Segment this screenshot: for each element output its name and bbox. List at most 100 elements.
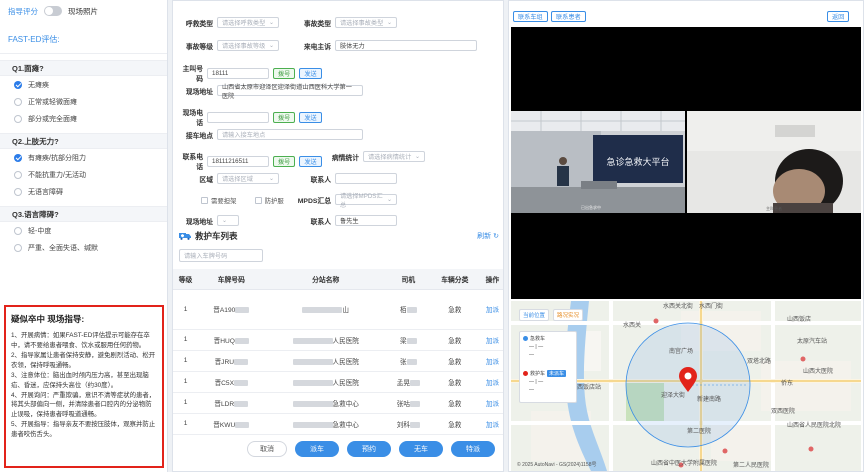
chevron-down-icon: ⌄ — [414, 154, 420, 160]
photo-toggle-label: 现场照片 — [68, 6, 98, 16]
extra-person-input[interactable]: 鲁先生 — [335, 215, 397, 226]
map-place-label: 太原汽车站 — [797, 337, 827, 345]
table-cell: 急救 — [429, 371, 480, 393]
crew-video-tile[interactable]: 急诊急救大平台 已出急求中 — [511, 111, 685, 213]
answer-option[interactable]: 无瘫痪 — [0, 76, 167, 93]
plate-search-input[interactable]: 请输入车牌号码 — [179, 249, 263, 262]
map-place-label: 迎泽大街 — [661, 391, 685, 399]
table-cell: 急救中心 — [264, 392, 387, 414]
table-cell: 晋A190 — [198, 289, 265, 330]
answer-option[interactable]: 轻-中度 — [0, 222, 167, 239]
table-row[interactable]: 1 晋C5X 人民医院 孟晃 急救 加派 — [173, 371, 503, 393]
dispatch-car-button[interactable]: 派车 — [295, 441, 339, 457]
photo-toggle[interactable] — [44, 6, 62, 16]
reserve-button[interactable]: 预约 — [347, 441, 391, 457]
answer-option-label: 部分或完全面瘫 — [28, 115, 77, 123]
contact-send-button[interactable]: 发送 — [299, 155, 322, 167]
radio-icon[interactable] — [14, 187, 22, 196]
table-cell: 人民医院 — [264, 350, 387, 372]
refresh-button[interactable]: 刷新 ↻ — [477, 231, 499, 241]
table-row[interactable]: 1 晋JRU 人民医院张急救 加派 — [173, 350, 503, 372]
traffic-control[interactable]: 路况实况 — [553, 309, 584, 321]
radio-icon[interactable] — [14, 170, 22, 179]
site-phone-input[interactable] — [207, 111, 269, 123]
complaint-input[interactable]: 肢体无力 — [335, 40, 477, 51]
table-row[interactable]: 1 晋KWU 急救中心 刘科 急救 加派 — [173, 413, 503, 435]
patient-video-tile[interactable]: 主叫患者 — [687, 111, 861, 213]
contact-patient-button[interactable]: 联系患者 — [551, 11, 586, 22]
checked-radio-icon[interactable] — [14, 80, 22, 89]
refresh-icon: ↻ — [493, 233, 499, 240]
protective-suit-checkbox[interactable] — [254, 197, 262, 204]
table-cell: 急救 — [429, 289, 480, 330]
map-place-label: 南宫广场 — [669, 347, 693, 355]
special-dispatch-button[interactable]: 特派 — [451, 441, 495, 457]
no-car-button[interactable]: 无车 — [399, 441, 443, 457]
answer-option[interactable]: 不能抗重力/无活动 — [0, 166, 167, 183]
back-button[interactable]: 返回 — [827, 11, 850, 22]
radio-icon[interactable] — [14, 226, 22, 235]
pickup-input[interactable]: 请输入接车地点 — [217, 129, 363, 140]
answer-option[interactable]: 部分或完全面瘫 — [0, 110, 167, 127]
call-type-select[interactable]: 请选择呼救类型 ⌄ — [217, 17, 279, 28]
add-dispatch-link[interactable]: 加派 — [479, 392, 503, 414]
ambulance-list-title: 救护车列表 — [179, 230, 238, 242]
region-select[interactable]: 请选择区域 ⌄ — [217, 173, 279, 184]
fast-ed-panel: 指导评分 现场照片 FAST-ED评估: Q1.面瘫? 无瘫痪 正常或轻微面瘫 部分或… — [0, 0, 168, 472]
map-place-label: 侨东 — [781, 379, 793, 387]
video-map-panel: 联系车组 联系患者 返回 急诊急救大平台 已出急求中 主叫患者 水西关北街 水西… — [508, 0, 864, 472]
guide-title: 疑似卒中 现场指导: — [11, 314, 85, 324]
map-copyright: © 2025 AutoNavi - GS(2024)1158号 — [517, 462, 597, 468]
add-dispatch-link[interactable]: 加派 — [479, 371, 503, 393]
radio-icon[interactable] — [14, 97, 22, 106]
add-dispatch-link[interactable]: 加派 — [479, 289, 503, 330]
question-title: Q1.面瘫? — [0, 60, 167, 76]
contact-crew-button[interactable]: 联系车组 — [513, 11, 548, 22]
extra-select[interactable]: ⌄ — [217, 215, 239, 226]
current-location-control[interactable]: 当前位置 — [519, 309, 550, 321]
contact-phone-input[interactable]: 18111216511 — [207, 155, 269, 167]
table-header-cell: 车牌号码 — [198, 269, 265, 290]
map-place-label: 第二医院 — [687, 427, 711, 435]
radio-icon[interactable] — [14, 243, 22, 252]
add-dispatch-link[interactable]: 加派 — [479, 350, 503, 372]
stats-label: 病情统计 — [331, 154, 359, 162]
stats-select[interactable]: 请选择病情统计 ⌄ — [363, 151, 425, 162]
location-map[interactable]: 水西关北街 水西门街 山西饭店 水西关 太原汽车站 南宫广场 山西大医院 双塔北路 侨东 迎泽大街… — [511, 301, 861, 471]
table-cell: 急救 — [429, 350, 480, 372]
address-input[interactable]: 山西省太原市迎泽区迎泽街道山西医科大学第一医院 — [217, 84, 363, 100]
cancel-button[interactable]: 取消 — [247, 441, 287, 457]
send-button[interactable]: 发送 — [299, 67, 322, 79]
site-dial-button[interactable]: 拨号 — [273, 111, 296, 123]
event-level-select[interactable]: 请选择事故等级 ⌄ — [217, 40, 279, 51]
map-place-label: 双西医院 — [771, 407, 795, 415]
table-cell: 栢 — [386, 289, 430, 330]
guide-text: 1、开展病情：如果FAST-ED评估提示可能存在卒中，请不要给患者喂食、饮水或服… — [11, 332, 156, 439]
contact-person-input[interactable] — [335, 173, 397, 184]
map-place-label: 山西大医院 — [803, 367, 833, 375]
chevron-down-icon: ⌄ — [268, 43, 274, 49]
dial-button[interactable]: 拨号 — [273, 67, 296, 79]
table-row[interactable]: 1 晋A190 山栢急救 加派 — [173, 289, 503, 330]
caller-input[interactable]: 18111 — [207, 67, 269, 79]
event-type-select[interactable]: 请选择事故类型 ⌄ — [335, 17, 397, 28]
answer-option-label: 无瘫痪 — [28, 81, 49, 89]
answer-option[interactable]: 无语言障碍 — [0, 183, 167, 200]
radio-icon[interactable] — [14, 114, 22, 123]
answer-option[interactable]: 正常或轻微面瘫 — [0, 93, 167, 110]
add-dispatch-link[interactable]: 加派 — [479, 329, 503, 351]
contact-dial-button[interactable]: 拨号 — [273, 155, 296, 167]
mpds-select[interactable]: 请选择MPDS汇总 ⌄ — [335, 193, 397, 209]
score-mode-link[interactable]: 指导评分 — [8, 6, 38, 17]
table-cell: 1 — [173, 350, 199, 372]
table-cell: 1 — [173, 329, 199, 351]
answer-option[interactable]: 有瘫痪/抗部分阻力 — [0, 149, 167, 166]
site-send-button[interactable]: 发送 — [299, 111, 322, 123]
add-dispatch-link[interactable]: 加派 — [479, 413, 503, 435]
table-row[interactable]: 1 晋LDR 急救中心 张咕 急救 加派 — [173, 392, 503, 414]
stretcher-checkbox[interactable] — [201, 197, 208, 204]
answer-option[interactable]: 严重、全面失语、缄默 — [0, 239, 167, 256]
table-cell: 急救 — [429, 392, 480, 414]
checked-radio-icon[interactable] — [14, 153, 22, 162]
table-row[interactable]: 1 晋HUQ 人民医院梁急救 加派 — [173, 329, 503, 351]
